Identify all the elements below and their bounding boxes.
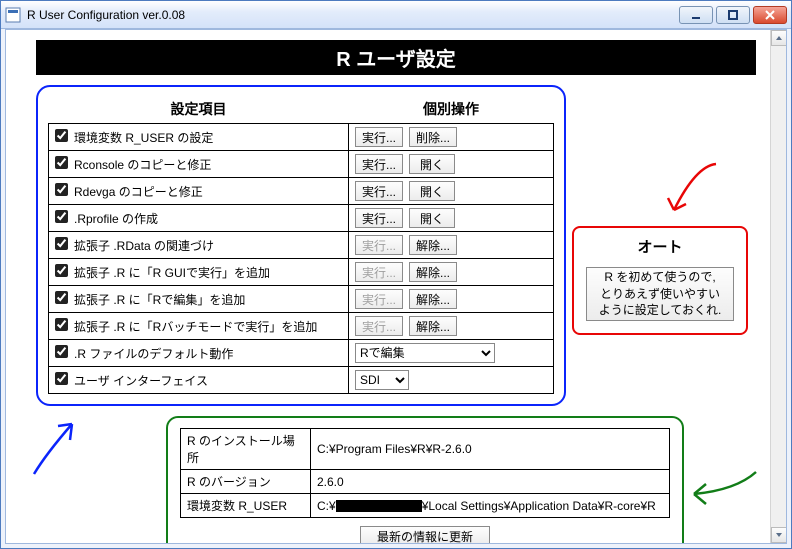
auto-setup-button[interactable]: R を初めて使うので, とりあえず使いやすい ように設定しておくれ. (586, 267, 734, 321)
setting-row: ユーザ インターフェイス SDI (49, 367, 554, 394)
setting-checkbox[interactable] (55, 237, 68, 250)
info-value: C:¥¥Local Settings¥Application Data¥R-co… (311, 494, 670, 518)
scroll-up-button[interactable] (771, 30, 787, 46)
maximize-button[interactable] (716, 6, 750, 24)
info-row: R のインストール場所C:¥Program Files¥R¥R-2.6.0 (181, 429, 670, 470)
setting-checkbox[interactable] (55, 183, 68, 196)
window-title: R User Configuration ver.0.08 (27, 8, 679, 22)
header-item: 設定項目 (49, 95, 349, 124)
minimize-button[interactable] (679, 6, 713, 24)
exec-button: 実行... (355, 235, 403, 255)
setting-label: 拡張子 .R に「Rバッチモードで実行」を追加 (74, 320, 317, 334)
release-button[interactable]: 解除... (409, 235, 457, 255)
setting-checkbox[interactable] (55, 291, 68, 304)
delete-button[interactable]: 削除... (409, 127, 457, 147)
setting-label: .R ファイルのデフォルト動作 (74, 347, 233, 361)
arrow-annotation-blue (28, 410, 88, 480)
info-row: 環境変数 R_USERC:¥¥Local Settings¥Applicatio… (181, 494, 670, 518)
open-button[interactable]: 開く (409, 154, 455, 174)
exec-button[interactable]: 実行... (355, 181, 403, 201)
setting-row: 拡張子 .R に「R GUIで実行」を追加 実行... 解除... (49, 259, 554, 286)
setting-row: Rdevga のコピーと修正 実行... 開く (49, 178, 554, 205)
page-title: R ユーザ設定 (36, 40, 756, 75)
setting-row: 拡張子 .R に「Rで編集」を追加 実行... 解除... (49, 286, 554, 313)
exec-button[interactable]: 実行... (355, 208, 403, 228)
release-button[interactable]: 解除... (409, 316, 457, 336)
release-button[interactable]: 解除... (409, 289, 457, 309)
setting-checkbox[interactable] (55, 129, 68, 142)
exec-button: 実行... (355, 289, 403, 309)
setting-label: 拡張子 .R に「Rで編集」を追加 (74, 293, 245, 307)
header-ops: 個別操作 (349, 95, 554, 124)
setting-label: 拡張子 .RData の関連づけ (74, 239, 214, 253)
setting-row: 環境変数 R_USER の設定 実行... 削除... (49, 124, 554, 151)
close-button[interactable] (753, 6, 787, 24)
setting-label: 環境変数 R_USER の設定 (74, 131, 213, 145)
auto-panel: オート R を初めて使うので, とりあえず使いやすい ように設定しておくれ. (572, 226, 748, 335)
arrow-annotation-green (684, 466, 760, 516)
setting-checkbox[interactable] (55, 210, 68, 223)
titlebar: R User Configuration ver.0.08 (1, 1, 791, 29)
scroll-down-button[interactable] (771, 527, 787, 543)
info-key: R のインストール場所 (181, 429, 311, 470)
info-row: R のバージョン2.6.0 (181, 470, 670, 494)
setting-label: Rdevga のコピーと修正 (74, 185, 203, 199)
info-panel: R のインストール場所C:¥Program Files¥R¥R-2.6.0R の… (166, 416, 684, 544)
setting-row: Rconsole のコピーと修正 実行... 開く (49, 151, 554, 178)
setting-checkbox[interactable] (55, 156, 68, 169)
setting-label: Rconsole のコピーと修正 (74, 158, 211, 172)
auto-title: オート (584, 236, 736, 257)
setting-row: .R ファイルのデフォルト動作 Rで編集 (49, 340, 554, 367)
info-key: R のバージョン (181, 470, 311, 494)
settings-panel: 設定項目 個別操作 環境変数 R_USER の設定実行...削除...Rcons… (36, 85, 566, 406)
exec-button: 実行... (355, 316, 403, 336)
open-button[interactable]: 開く (409, 181, 455, 201)
setting-label: 拡張子 .R に「R GUIで実行」を追加 (74, 266, 270, 280)
setting-row: 拡張子 .RData の関連づけ 実行... 解除... (49, 232, 554, 259)
setting-checkbox[interactable] (55, 345, 68, 358)
setting-row: .Rprofile の作成 実行... 開く (49, 205, 554, 232)
setting-checkbox[interactable] (55, 318, 68, 331)
open-button[interactable]: 開く (409, 208, 455, 228)
refresh-button[interactable]: 最新の情報に更新 (360, 526, 490, 544)
info-value: C:¥Program Files¥R¥R-2.6.0 (311, 429, 670, 470)
info-value: 2.6.0 (311, 470, 670, 494)
setting-checkbox[interactable] (55, 372, 68, 385)
redacted-segment (336, 500, 422, 512)
setting-label: .Rprofile の作成 (74, 212, 158, 226)
exec-button: 実行... (355, 262, 403, 282)
setting-label: ユーザ インターフェイス (74, 374, 208, 388)
setting-select[interactable]: SDI (355, 370, 409, 390)
vertical-scrollbar[interactable] (770, 30, 786, 543)
app-icon (5, 7, 21, 23)
setting-row: 拡張子 .R に「Rバッチモードで実行」を追加 実行... 解除... (49, 313, 554, 340)
setting-checkbox[interactable] (55, 264, 68, 277)
release-button[interactable]: 解除... (409, 262, 457, 282)
exec-button[interactable]: 実行... (355, 127, 403, 147)
arrow-annotation-red (656, 160, 726, 226)
client-area: R ユーザ設定 設定項目 個別操作 (5, 29, 787, 544)
info-key: 環境変数 R_USER (181, 494, 311, 518)
setting-select[interactable]: Rで編集 (355, 343, 495, 363)
exec-button[interactable]: 実行... (355, 154, 403, 174)
